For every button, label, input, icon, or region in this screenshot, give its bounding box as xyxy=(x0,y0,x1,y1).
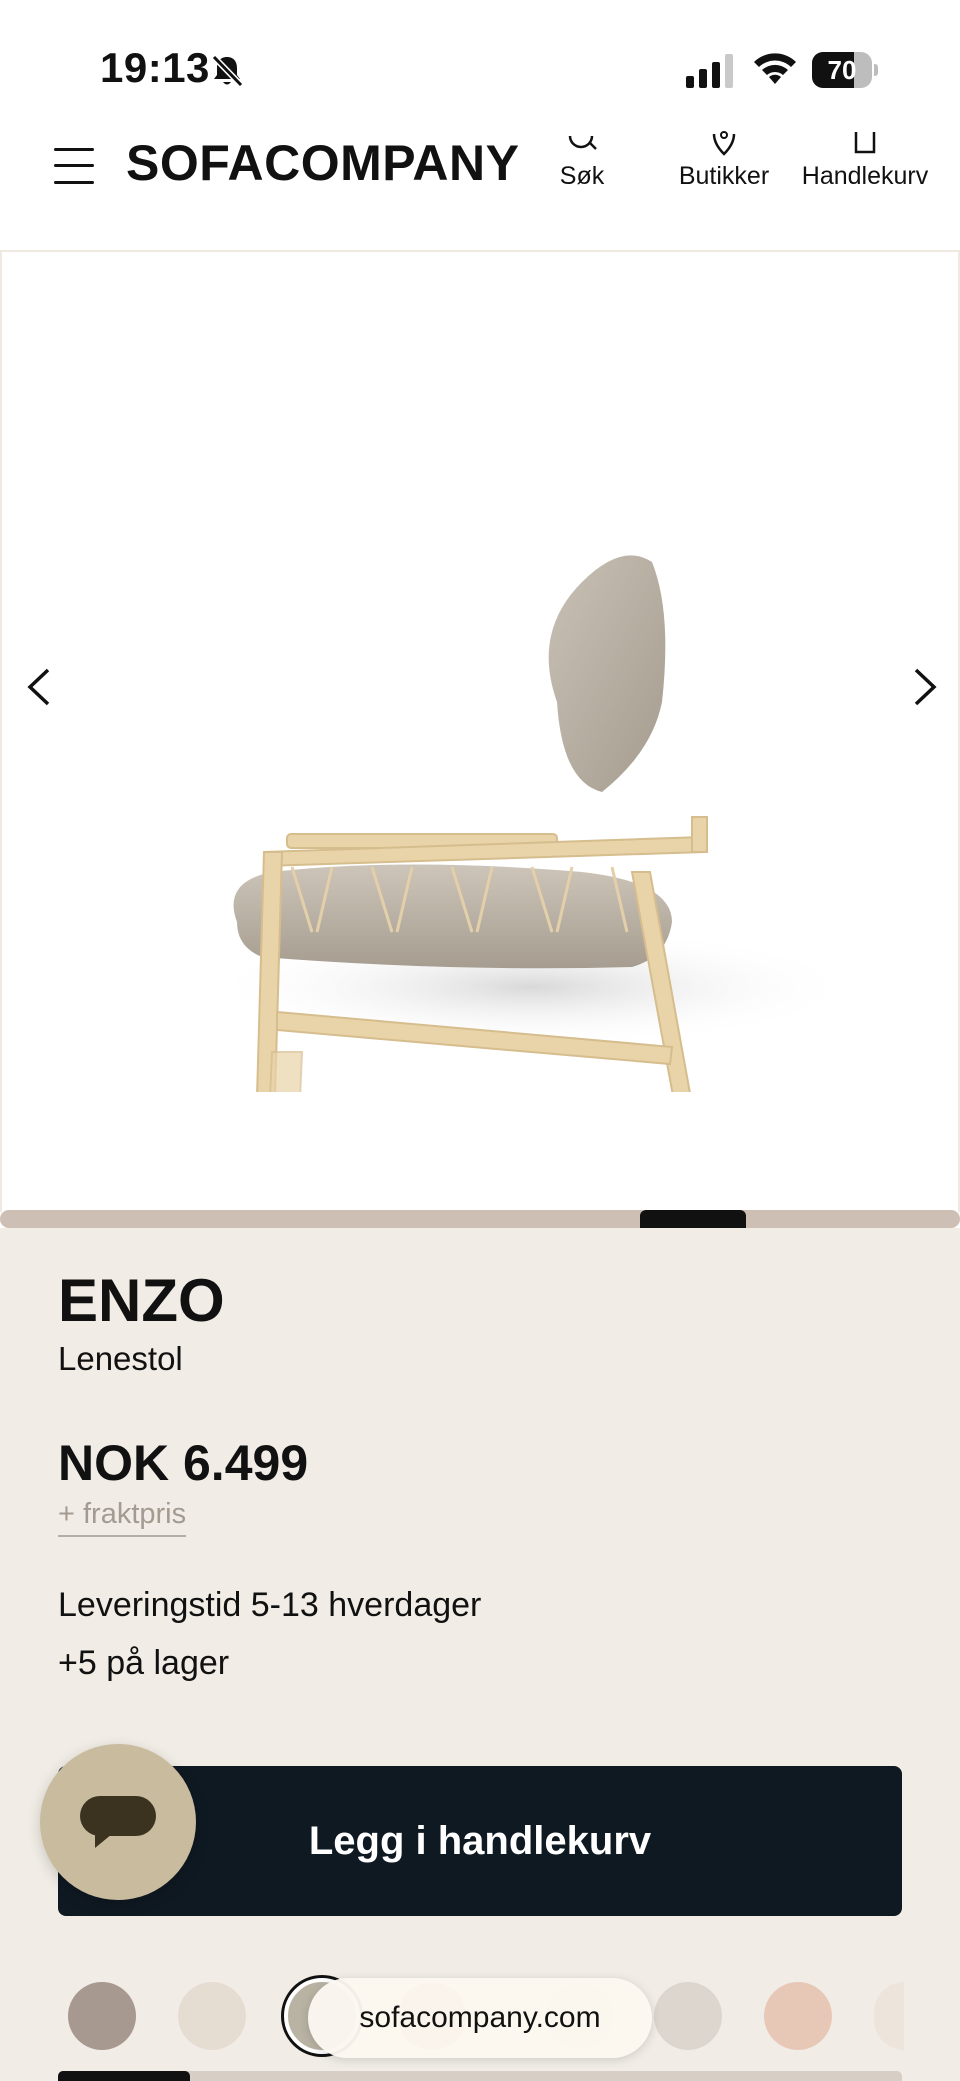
cellular-signal-icon xyxy=(686,54,733,88)
shopping-bag-icon xyxy=(854,132,876,154)
stock-status: +5 på lager xyxy=(58,1644,230,1682)
delivery-time: Leveringstid 5-13 hverdager xyxy=(58,1586,482,1624)
swatch-1[interactable] xyxy=(68,1982,136,2050)
product-price: NOK 6.499 xyxy=(58,1435,309,1491)
nav-search-label: Søk xyxy=(559,162,605,190)
product-gallery[interactable] xyxy=(0,252,960,1212)
gallery-progress[interactable] xyxy=(0,1210,960,1228)
swatch-6[interactable] xyxy=(654,1982,722,2050)
chat-bubble-icon xyxy=(80,1796,156,1848)
product-title: ENZO xyxy=(58,1267,225,1334)
browser-url-bar[interactable]: sofacompany.com xyxy=(308,1978,652,2058)
swatch-8[interactable] xyxy=(874,1982,904,2050)
status-bar: 19:13 70 xyxy=(0,0,960,130)
gallery-progress-indicator xyxy=(640,1210,746,1228)
chair-product-image xyxy=(202,555,852,1092)
product-info: ENZO Lenestol NOK 6.499 + fraktpris Leve… xyxy=(0,1228,960,2081)
swatch-scroll-indicator xyxy=(58,2071,902,2081)
location-pin-icon xyxy=(712,131,736,156)
chevron-right-icon[interactable] xyxy=(904,662,944,712)
bell-slash-icon xyxy=(211,54,244,88)
status-time: 19:13 xyxy=(100,44,210,91)
chevron-left-icon[interactable] xyxy=(20,662,60,712)
battery-icon: 70 xyxy=(812,52,878,88)
nav-cart[interactable]: Handlekurv xyxy=(800,130,930,191)
chat-button[interactable] xyxy=(40,1744,196,1900)
shipping-price-link[interactable]: + fraktpris xyxy=(58,1498,187,1537)
search-icon xyxy=(568,135,597,150)
brand-logo[interactable]: SOFACOMPANY xyxy=(126,134,520,192)
swatch-2[interactable] xyxy=(178,1982,246,2050)
product-subtitle: Lenestol xyxy=(58,1340,183,1377)
swatch-7[interactable] xyxy=(764,1982,832,2050)
battery-level: 70 xyxy=(827,55,857,85)
nav-cart-label: Handlekurv xyxy=(801,162,929,190)
nav-stores[interactable]: Butikker xyxy=(672,130,776,191)
nav-stores-label: Butikker xyxy=(678,162,770,190)
nav-search[interactable]: Søk xyxy=(552,130,612,191)
wifi-icon xyxy=(754,53,796,84)
site-header: SOFACOMPANY Søk Butikker Handlekurv xyxy=(0,130,960,252)
menu-icon[interactable] xyxy=(54,144,94,188)
color-swatches: sofacompany.com xyxy=(0,1938,960,2081)
